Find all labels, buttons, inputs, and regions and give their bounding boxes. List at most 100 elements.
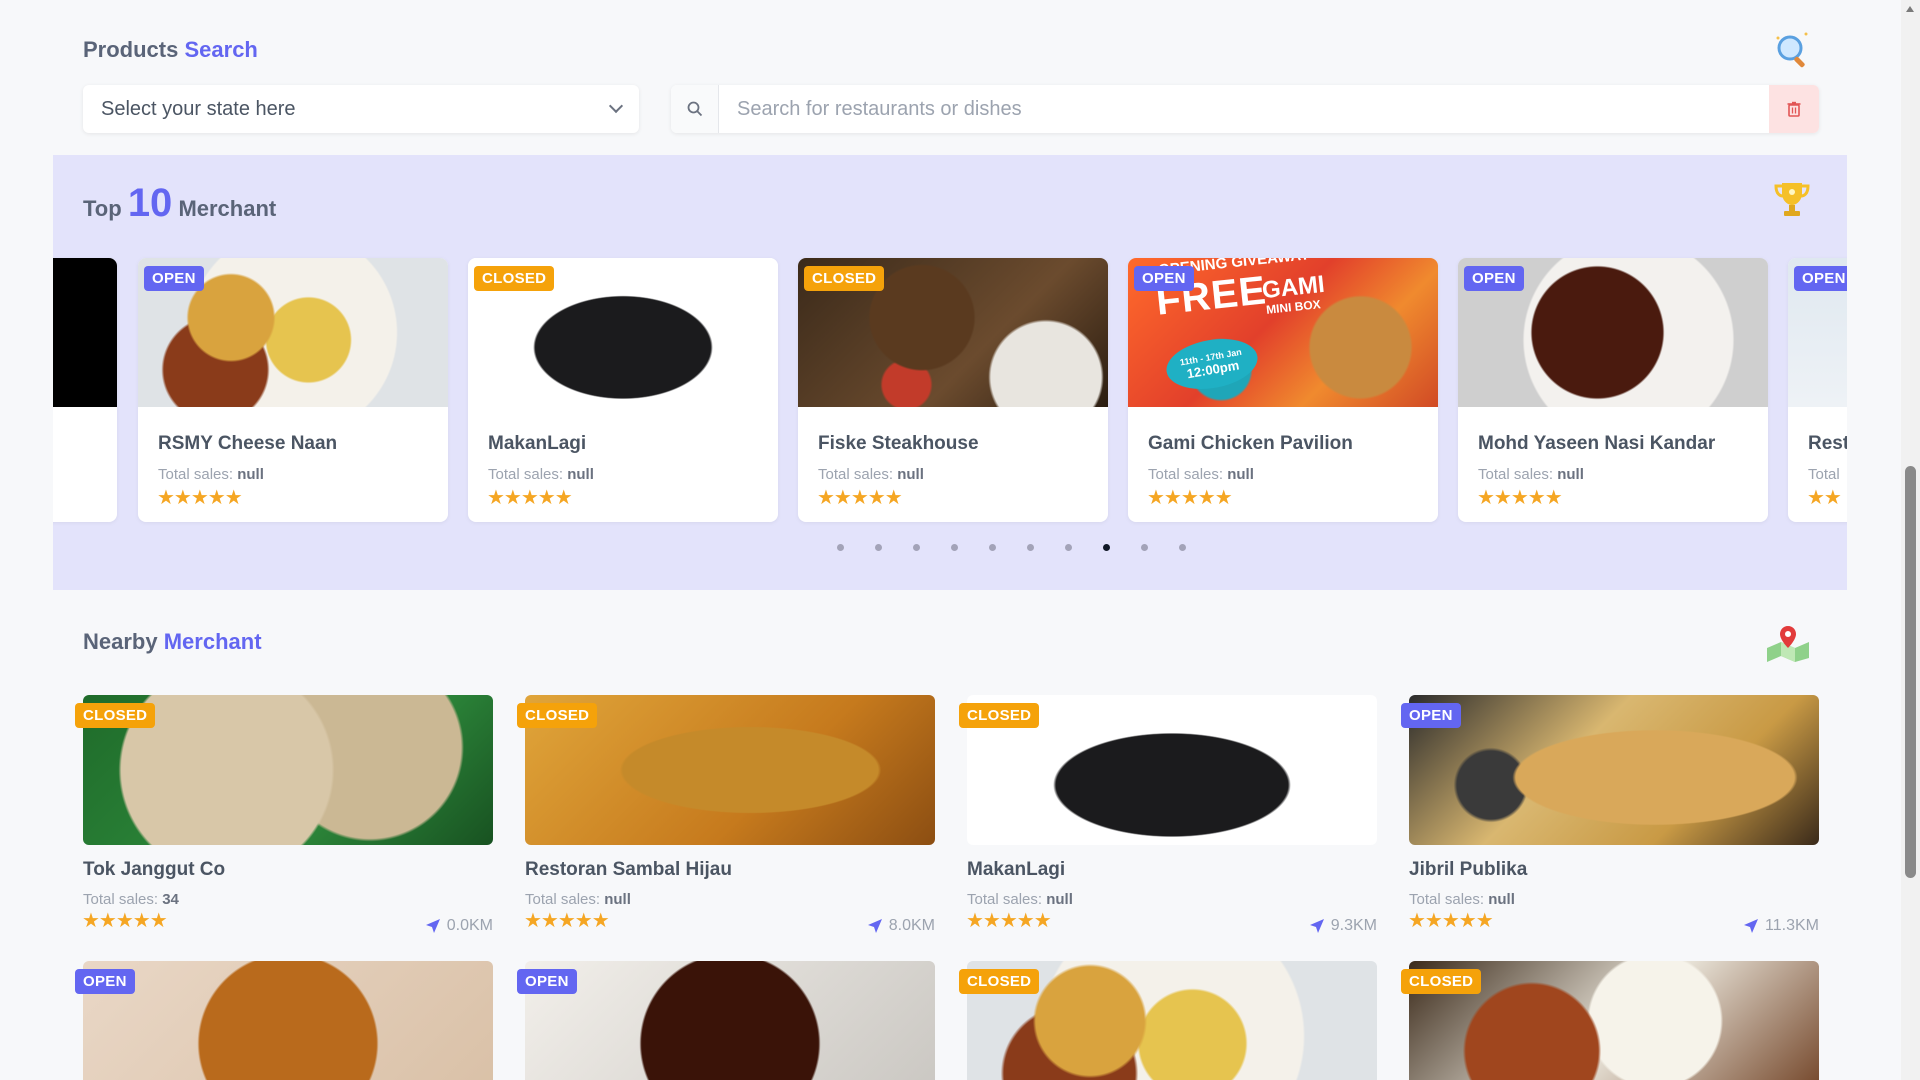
- merchant-name: Restoran Sambal Hijau: [525, 859, 732, 880]
- carousel-dot[interactable]: [1026, 544, 1034, 551]
- merchant-card-partial[interactable]: [53, 258, 117, 522]
- promo-date-pill: 11th - 17th Jan 12:00pm: [1162, 332, 1262, 396]
- total-sales: Total: [1808, 466, 1840, 483]
- status-badge: CLOSED: [75, 703, 156, 728]
- magnifier-illustration-icon: [1770, 28, 1814, 72]
- carousel-dots: [53, 544, 1847, 551]
- nearby-merchant-card[interactable]: CLOSED MakanLagi Total sales: null ★★★★★…: [959, 695, 1377, 934]
- total-sales: Total sales: null: [158, 466, 264, 483]
- rating-stars: ★★★★★: [1147, 487, 1233, 509]
- total-sales: Total sales: null: [1148, 466, 1254, 483]
- merchant-image: CLOSED: [468, 258, 778, 407]
- nearby-merchant-card[interactable]: OPEN: [517, 961, 935, 1080]
- merchant-name: Jibril Publika: [1409, 859, 1528, 880]
- carousel-dot[interactable]: [988, 544, 996, 551]
- merchant-card[interactable]: OPEN Mohd Yaseen Nasi Kandar Total sales…: [1458, 258, 1768, 522]
- trash-icon: [1787, 101, 1801, 117]
- carousel-dot[interactable]: [1140, 544, 1148, 551]
- merchant-card[interactable]: CLOSED MakanLagi Total sales: null ★★★★★: [468, 258, 778, 522]
- status-badge: OPEN: [1134, 266, 1194, 291]
- status-badge: CLOSED: [1401, 969, 1482, 994]
- merchant-card[interactable]: OPEN RSMY Cheese Naan Total sales: null …: [138, 258, 448, 522]
- nearby-merchant-card[interactable]: CLOSED: [959, 961, 1377, 1080]
- distance: 8.0KM: [867, 917, 935, 935]
- navigation-arrow-icon: [1309, 919, 1324, 933]
- merchant-name: Fiske Steakhouse: [818, 433, 979, 454]
- search-input[interactable]: [719, 85, 1769, 133]
- merchant-card[interactable]: CLOSED Fiske Steakhouse Total sales: nul…: [798, 258, 1108, 522]
- nearby-merchant-title: Nearby Merchant: [83, 629, 262, 654]
- status-badge: OPEN: [1401, 703, 1461, 728]
- total-sales: Total sales: null: [1478, 466, 1584, 483]
- merchant-image: OPEN: [1458, 258, 1768, 407]
- merchant-name: Rest: [1808, 433, 1847, 454]
- merchant-image: [525, 961, 935, 1080]
- rating-stars: ★★★★★: [157, 487, 243, 509]
- nearby-merchant-card[interactable]: OPEN Jibril Publika Total sales: null ★★…: [1401, 695, 1819, 934]
- rating-stars: ★★: [1807, 487, 1842, 509]
- total-sales: Total sales: 34: [83, 891, 179, 908]
- nearby-merchant-card[interactable]: OPEN: [75, 961, 493, 1080]
- rating-stars: ★★★★★: [1477, 487, 1563, 509]
- page-scrollbar[interactable]: [1901, 0, 1920, 1080]
- state-select[interactable]: Select your state here: [83, 85, 639, 133]
- merchant-image: OPEN: [138, 258, 448, 407]
- carousel-dot[interactable]: [1102, 544, 1110, 551]
- status-badge: OPEN: [1464, 266, 1524, 291]
- merchant-name: Mohd Yaseen Nasi Kandar: [1478, 433, 1716, 454]
- merchant-image: [53, 258, 117, 407]
- total-sales: Total sales: null: [967, 891, 1073, 908]
- merchant-card[interactable]: OPENING GIVEAWAY FREE GAMI MINI BOX 11th…: [1128, 258, 1438, 522]
- merchant-name: MakanLagi: [967, 859, 1066, 880]
- navigation-arrow-icon: [425, 919, 440, 933]
- carousel-dot[interactable]: [1178, 544, 1186, 551]
- rating-stars: ★★★★★: [966, 910, 1052, 932]
- status-badge: OPEN: [1794, 266, 1847, 291]
- rating-stars: ★★★★★: [524, 910, 610, 932]
- trophy-icon: [1770, 177, 1814, 221]
- nearby-merchant-card[interactable]: CLOSED Restoran Sambal Hijau Total sales…: [517, 695, 935, 934]
- rating-stars: ★★★★★: [817, 487, 903, 509]
- top-merchant-title: Top 10 Merchant: [83, 181, 277, 225]
- merchant-image: OPEN: [1788, 258, 1847, 407]
- merchant-image: [83, 961, 493, 1080]
- total-sales: Total sales: null: [525, 891, 631, 908]
- total-sales: Total sales: null: [1409, 891, 1515, 908]
- carousel-dot[interactable]: [874, 544, 882, 551]
- merchant-image: OPENING GIVEAWAY FREE GAMI MINI BOX 11th…: [1128, 258, 1438, 407]
- rating-stars: ★★★★★: [1408, 910, 1494, 932]
- status-badge: CLOSED: [517, 703, 598, 728]
- merchant-name: Tok Janggut Co: [83, 859, 226, 880]
- scroll-up-icon[interactable]: [1906, 6, 1914, 12]
- carousel-dot[interactable]: [836, 544, 844, 551]
- status-badge: CLOSED: [804, 266, 885, 291]
- merchant-name: RSMY Cheese Naan: [158, 433, 338, 454]
- status-badge: OPEN: [144, 266, 204, 291]
- map-pin-icon: [1763, 622, 1813, 666]
- status-badge: CLOSED: [474, 266, 555, 291]
- distance: 9.3KM: [1309, 917, 1377, 935]
- carousel-dot[interactable]: [1064, 544, 1072, 551]
- nearby-merchant-card[interactable]: CLOSED Tok Janggut Co Total sales: 34 ★★…: [75, 695, 493, 934]
- clear-search-button[interactable]: [1769, 85, 1819, 133]
- total-sales: Total sales: null: [818, 466, 924, 483]
- merchant-name: Gami Chicken Pavilion: [1148, 433, 1353, 454]
- status-badge: CLOSED: [959, 969, 1040, 994]
- search-icon: [671, 85, 719, 133]
- rating-stars: ★★★★★: [487, 487, 573, 509]
- carousel-dot[interactable]: [912, 544, 920, 551]
- merchant-name: MakanLagi: [488, 433, 587, 454]
- status-badge: OPEN: [517, 969, 577, 994]
- distance: 11.3KM: [1743, 917, 1819, 935]
- carousel-dot[interactable]: [950, 544, 958, 551]
- merchant-card-partial[interactable]: OPEN Rest Total ★★: [1788, 258, 1847, 522]
- total-sales: Total sales: null: [488, 466, 594, 483]
- distance: 0.0KM: [425, 917, 493, 935]
- products-search-title: Products Search: [83, 37, 258, 62]
- status-badge: CLOSED: [959, 703, 1040, 728]
- status-badge: OPEN: [75, 969, 135, 994]
- navigation-arrow-icon: [1744, 919, 1759, 933]
- scrollbar-thumb[interactable]: [1905, 466, 1916, 878]
- rating-stars: ★★★★★: [82, 910, 168, 932]
- nearby-merchant-card[interactable]: CLOSED: [1401, 961, 1819, 1080]
